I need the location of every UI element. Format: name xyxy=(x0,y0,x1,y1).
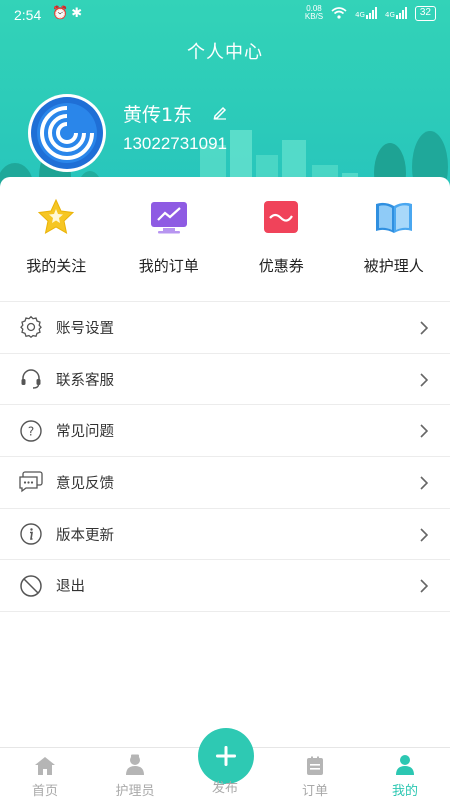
battery-indicator: 32 xyxy=(414,5,436,21)
page-title: 个人中心 xyxy=(187,42,263,63)
profile-card: 我的关注 我的订单 优惠券 被护理人 账号设置 联系客服 ? 常见问题 意见反馈… xyxy=(0,177,450,747)
quick-action-label: 我的关注 xyxy=(26,257,87,275)
avatar[interactable] xyxy=(28,94,106,172)
tab-home[interactable]: 首页 xyxy=(0,754,90,799)
quick-action-care-recipients[interactable]: 被护理人 xyxy=(338,195,450,285)
menu-label: 版本更新 xyxy=(56,527,114,544)
menu-item-version-update[interactable]: 版本更新 xyxy=(0,509,450,561)
headset-icon xyxy=(18,366,44,392)
order-list-icon xyxy=(270,754,360,776)
tab-mine[interactable]: 我的 xyxy=(360,754,450,799)
status-left-icons: ⏰✱ xyxy=(52,6,85,21)
book-icon xyxy=(372,195,416,239)
menu-item-feedback[interactable]: 意见反馈 xyxy=(0,457,450,509)
alarm-icon: ⏰ xyxy=(52,6,72,21)
menu-label: 账号设置 xyxy=(56,320,114,337)
user-icon xyxy=(360,754,450,776)
menu-item-faq[interactable]: ? 常见问题 xyxy=(0,405,450,458)
bluetooth-icon: ✱ xyxy=(71,6,86,21)
signal-bars-icon xyxy=(365,7,377,19)
chevron-right-icon xyxy=(420,476,428,490)
menu-label: 联系客服 xyxy=(56,372,114,389)
phone-number: 13022731091 xyxy=(123,134,228,153)
chevron-right-icon xyxy=(420,424,428,438)
caregiver-icon xyxy=(90,754,180,776)
edit-pencil-icon[interactable] xyxy=(212,104,228,120)
avatar-logo-icon xyxy=(31,97,103,169)
publish-label: 发布 xyxy=(211,781,238,796)
quick-actions: 我的关注 我的订单 优惠券 被护理人 xyxy=(0,195,450,285)
chevron-right-icon xyxy=(420,321,428,335)
signal-2: 4G xyxy=(385,7,407,19)
ban-icon xyxy=(18,573,44,599)
status-right: 0.08 KB/S 4G 4G 32 xyxy=(305,5,436,21)
star-icon xyxy=(34,195,78,239)
network-speed-unit: KB/S xyxy=(304,12,324,21)
info-icon xyxy=(18,521,44,547)
chevron-right-icon xyxy=(420,373,428,387)
svg-text:?: ? xyxy=(28,424,34,438)
chevron-right-icon xyxy=(420,528,428,542)
question-icon: ? xyxy=(18,418,44,444)
tab-label: 订单 xyxy=(301,784,328,799)
tab-label: 首页 xyxy=(31,784,58,799)
signal-bars-icon xyxy=(395,7,407,19)
home-icon xyxy=(0,754,90,776)
tab-label: 护理员 xyxy=(115,784,155,799)
quick-action-label: 我的订单 xyxy=(138,257,199,275)
tab-label: 我的 xyxy=(391,784,418,799)
menu-item-logout[interactable]: 退出 xyxy=(0,560,450,613)
menu-label: 退出 xyxy=(56,579,85,596)
status-time: 2:54 xyxy=(14,7,42,23)
feedback-chat-icon xyxy=(18,469,44,495)
coupon-icon xyxy=(259,195,303,239)
plus-icon xyxy=(216,746,236,766)
network-type-2: 4G xyxy=(384,11,395,19)
tab-caregiver[interactable]: 护理员 xyxy=(90,754,180,799)
signal-1: 4G xyxy=(355,7,377,19)
network-speed: 0.08 KB/S xyxy=(305,5,323,21)
menu-item-account-settings[interactable]: 账号设置 xyxy=(0,302,450,354)
status-bar: 2:54 ⏰✱ 0.08 KB/S 4G 4G 32 xyxy=(0,0,450,30)
network-type-1: 4G xyxy=(355,11,365,19)
chevron-right-icon xyxy=(420,579,428,594)
quick-action-label: 优惠券 xyxy=(258,257,304,275)
profile-header: 2:54 ⏰✱ 0.08 KB/S 4G 4G 32 个人中心 黄传1东 130… xyxy=(0,0,450,205)
menu-label: 常见问题 xyxy=(56,424,114,441)
gear-icon xyxy=(18,314,44,340)
publish-button[interactable] xyxy=(198,728,254,784)
monitor-chart-icon xyxy=(147,195,191,239)
menu-item-customer-service[interactable]: 联系客服 xyxy=(0,354,450,406)
username: 黄传1东 xyxy=(123,104,193,126)
menu-label: 意见反馈 xyxy=(56,475,114,492)
quick-action-coupons[interactable]: 优惠券 xyxy=(225,195,338,285)
quick-action-label: 被护理人 xyxy=(363,257,424,275)
wifi-icon xyxy=(331,7,347,19)
tab-orders[interactable]: 订单 xyxy=(270,754,360,799)
settings-menu: 账号设置 联系客服 ? 常见问题 意见反馈 版本更新 退出 xyxy=(0,301,450,613)
quick-action-orders[interactable]: 我的订单 xyxy=(113,195,226,285)
quick-action-following[interactable]: 我的关注 xyxy=(0,195,113,285)
